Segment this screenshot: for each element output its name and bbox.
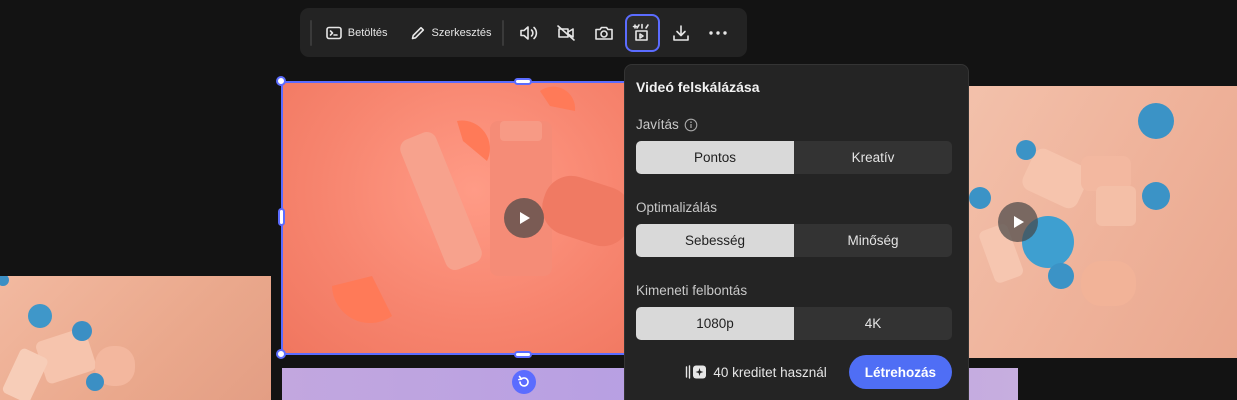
panel-title: Videó felskálázása xyxy=(636,79,760,95)
panel-footer: 40 kreditet használ Létrehozás xyxy=(636,354,952,390)
snapshot-button[interactable] xyxy=(588,16,620,50)
create-button[interactable]: Létrehozás xyxy=(848,355,952,389)
optimize-option-quality[interactable]: Minőség xyxy=(794,224,952,257)
resolution-option-4k[interactable]: 4K xyxy=(794,307,952,340)
thumbnail-left-art xyxy=(0,276,135,400)
camera-icon xyxy=(595,26,613,40)
canvas: Betöltés Szerkesztés Videó felskálázása … xyxy=(0,0,1237,400)
resize-handle-left[interactable] xyxy=(278,208,285,226)
video-off-icon xyxy=(557,24,576,41)
info-icon[interactable] xyxy=(684,118,698,132)
enhance-option-creative[interactable]: Kreatív xyxy=(794,141,952,174)
optimize-label: Optimalizálás xyxy=(636,200,718,215)
terminal-icon xyxy=(325,26,342,39)
play-button-right[interactable] xyxy=(998,202,1038,242)
resolution-segmented-control: 1080p 4K xyxy=(636,307,952,340)
upscale-panel: Videó felskálázása Javítás Pontos Kreatí… xyxy=(624,64,969,400)
enhance-option-precise[interactable]: Pontos xyxy=(636,141,794,174)
credits-icon xyxy=(686,365,707,379)
optimize-option-speed[interactable]: Sebesség xyxy=(636,224,794,257)
video-thumbnail-right[interactable] xyxy=(966,86,1237,358)
upscale-icon xyxy=(633,23,650,41)
video-thumbnail-selected[interactable] xyxy=(282,81,632,354)
credits-label: 40 kreditet használ xyxy=(713,364,827,380)
play-icon xyxy=(1014,216,1024,228)
edit-button-label: Szerkesztés xyxy=(431,26,492,39)
load-button-label: Betöltés xyxy=(347,26,388,39)
resolution-option-1080p[interactable]: 1080p xyxy=(636,307,794,340)
volume-icon xyxy=(520,25,538,40)
enhance-segmented-control: Pontos Kreatív xyxy=(636,141,952,174)
toolbar: Betöltés Szerkesztés xyxy=(300,8,747,57)
thumbnail-center-art xyxy=(332,86,632,324)
toolbar-divider xyxy=(310,19,312,46)
toolbar-divider xyxy=(502,19,505,46)
more-button[interactable] xyxy=(702,16,734,50)
play-button[interactable] xyxy=(504,198,544,238)
edit-button[interactable]: Szerkesztés xyxy=(402,16,500,50)
rotate-icon xyxy=(518,375,529,387)
enhance-section-label: Javítás xyxy=(636,117,951,132)
video-thumbnail-left[interactable] xyxy=(0,276,271,400)
resolution-section-label: Kimeneti felbontás xyxy=(636,283,951,298)
video-off-button[interactable] xyxy=(550,16,582,50)
rotate-handle[interactable] xyxy=(512,370,536,394)
play-icon xyxy=(520,212,530,224)
load-button[interactable]: Betöltés xyxy=(318,16,396,50)
credits-info: 40 kreditet használ xyxy=(685,364,827,380)
audio-button[interactable] xyxy=(513,16,545,50)
resize-handle-top[interactable] xyxy=(514,78,532,85)
resize-handle-bottom[interactable] xyxy=(514,351,532,358)
resolution-label: Kimeneti felbontás xyxy=(636,283,748,298)
upscale-button[interactable] xyxy=(625,13,660,52)
download-button[interactable] xyxy=(665,16,697,50)
more-icon xyxy=(709,30,727,35)
resize-handle-bottom-left[interactable] xyxy=(276,349,286,359)
download-icon xyxy=(673,24,689,41)
pencil-icon xyxy=(411,26,424,39)
enhance-label: Javítás xyxy=(636,117,679,132)
resize-handle-top-left[interactable] xyxy=(276,76,286,86)
optimize-section-label: Optimalizálás xyxy=(636,200,951,215)
optimize-segmented-control: Sebesség Minőség xyxy=(636,224,952,257)
